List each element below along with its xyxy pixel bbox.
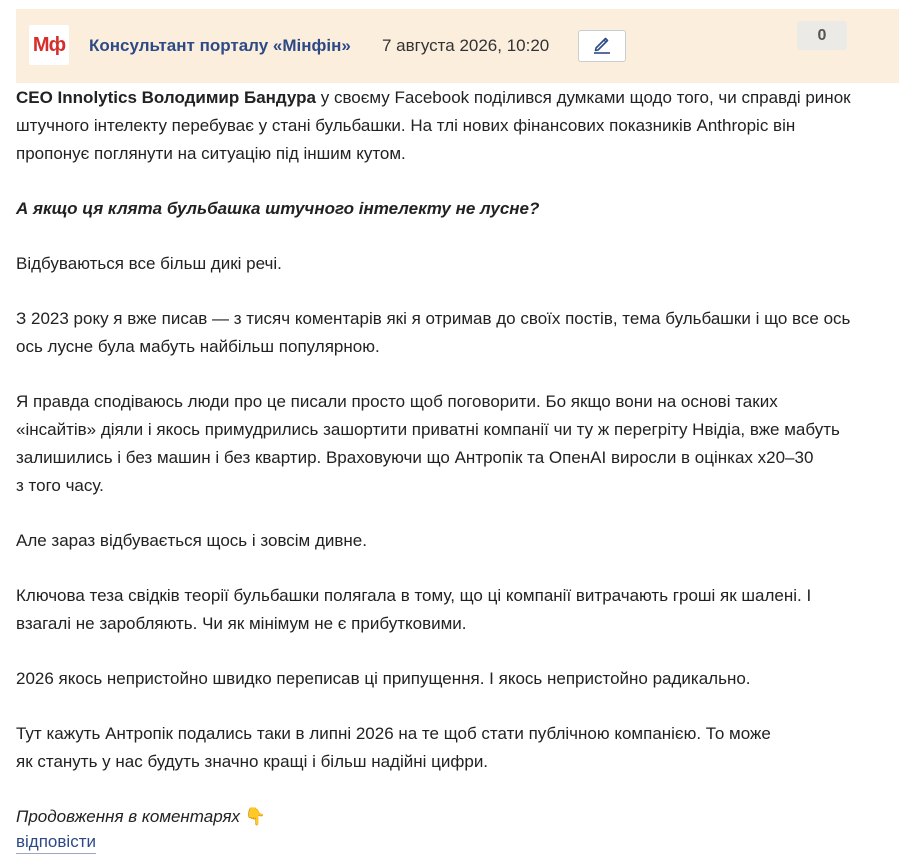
question-heading: А якщо ця клята бульбашка штучного інтел…	[16, 199, 540, 218]
paragraph-continuation: Продовження в коментарях 👇	[16, 803, 896, 831]
p4-line-1: Я правда сподіваюсь люди про це писали п…	[16, 392, 778, 411]
p3-line-2: ось лусне була мабуть найбільш популярно…	[16, 337, 380, 356]
paragraph-6: Ключова теза свідків теорії бульбашки по…	[16, 582, 896, 638]
intro-author: CEO Innolytics Володимир Бандура	[16, 88, 316, 107]
p4-line-4: з того часу.	[16, 476, 104, 495]
continuation-text: Продовження в коментарях	[16, 807, 241, 826]
author-name-link[interactable]: Консультант порталу «Мінфін»	[89, 36, 351, 56]
paragraph-8: Тут кажуть Антропік подались таки в липн…	[16, 720, 896, 776]
pointing-down-emoji-icon: 👇	[244, 807, 266, 826]
p6-line-1: Ключова теза свідків теорії бульбашки по…	[16, 586, 812, 605]
p2-text: Відбуваються все більш дикі речі.	[16, 254, 282, 273]
comment-header: Мф Консультант порталу «Мінфін» 7 август…	[16, 9, 899, 83]
p4-line-2: «інсайтів» діяли і якось примудрились за…	[16, 420, 840, 439]
paragraph-3: З 2023 року я вже писав — з тисяч комент…	[16, 305, 896, 361]
p6-line-2: взагалі не заробляють. Чи як мінімум не …	[16, 614, 467, 633]
comment-date: 7 августа 2026, 10:20	[382, 36, 550, 55]
p5-text: Але зараз відбувається щось і зовсім див…	[16, 531, 367, 550]
paragraph-question: А якщо ця клята бульбашка штучного інтел…	[16, 195, 896, 223]
intro-line-2: штучного інтелекту перебуває у стані бул…	[16, 116, 796, 135]
paragraph-2: Відбуваються все більш дикі речі.	[16, 250, 896, 278]
intro-line-3: пропонує поглянути на ситуацію під іншим…	[16, 144, 406, 163]
p8-line-2: як стануть у нас будуть значно кращі і б…	[16, 752, 489, 771]
edit-button[interactable]	[578, 30, 626, 62]
rating-counter[interactable]: 0	[797, 21, 847, 50]
paragraph-intro: CEO Innolytics Володимир Бандура у своєм…	[16, 84, 896, 168]
intro-line-1: у своєму Facebook поділився думками щодо…	[316, 88, 851, 107]
paragraph-7: 2026 якось непристойно швидко переписав …	[16, 665, 896, 693]
p3-line-1: З 2023 року я вже писав — з тисяч комент…	[16, 309, 851, 328]
paragraph-4: Я правда сподіваюсь люди про це писали п…	[16, 388, 896, 500]
rating-value: 0	[817, 26, 827, 44]
author-avatar[interactable]: Мф	[29, 25, 69, 65]
reply-link[interactable]: відповісти	[16, 832, 96, 854]
logo-text: Мф	[32, 33, 66, 56]
comment-body: CEO Innolytics Володимир Бандура у своєм…	[16, 84, 896, 831]
paragraph-5: Але зараз відбувається щось і зовсім див…	[16, 527, 896, 555]
p4-line-3: залишились і без машин і без квартир. Вр…	[16, 448, 814, 467]
pencil-icon	[591, 33, 613, 60]
p8-line-1: Тут кажуть Антропік подались таки в липн…	[16, 724, 771, 743]
p7-text: 2026 якось непристойно швидко переписав …	[16, 669, 751, 688]
